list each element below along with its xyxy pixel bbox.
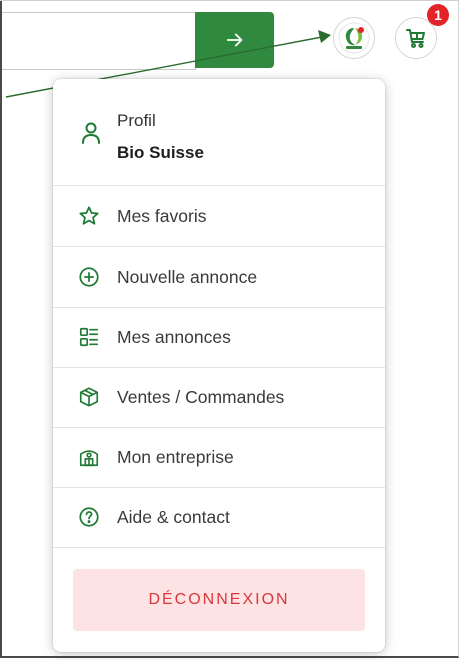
user-icon <box>82 122 100 144</box>
bio-suisse-logo-icon <box>338 22 370 54</box>
help-circle-icon <box>79 507 99 527</box>
menu-item-label: Nouvelle annonce <box>117 267 258 287</box>
star-icon <box>79 206 99 225</box>
menu-item-favorites[interactable]: Mes favoris <box>53 186 385 247</box>
profile-label: Profil <box>117 111 156 130</box>
cart-count-badge: 1 <box>427 4 449 26</box>
menu-item-new-listing[interactable]: Nouvelle annonce <box>53 247 385 308</box>
profile-name: Bio Suisse <box>117 143 204 162</box>
search-submit-button[interactable] <box>195 12 274 68</box>
divider <box>0 0 459 1</box>
menu-item-profile[interactable]: Profil Bio Suisse <box>53 79 385 186</box>
menu-item-my-listings[interactable]: Mes annonces <box>53 307 385 368</box>
search-input[interactable] <box>2 12 196 70</box>
arrow-right-icon <box>226 33 242 47</box>
account-dropdown-menu: Profil Bio Suisse Mes favoris Nouvelle a… <box>53 79 385 652</box>
logout-button[interactable]: DÉCONNEXION <box>73 569 365 631</box>
package-icon <box>79 387 99 407</box>
menu-item-label: Mes favoris <box>117 206 207 226</box>
menu-item-label: Aide & contact <box>117 507 230 527</box>
menu-item-label: Ventes / Commandes <box>117 387 285 407</box>
building-icon <box>79 450 99 467</box>
menu-item-my-company[interactable]: Mon entreprise <box>53 427 385 488</box>
menu-item-label: Mes annonces <box>117 327 231 347</box>
menu-item-sales-orders[interactable]: Ventes / Commandes <box>53 367 385 428</box>
list-icon <box>79 327 99 347</box>
menu-item-help-contact[interactable]: Aide & contact <box>53 487 385 548</box>
plus-circle-icon <box>79 267 99 287</box>
menu-item-label: Mon entreprise <box>117 447 234 467</box>
shopping-cart-icon <box>406 29 425 48</box>
profile-avatar-button[interactable] <box>333 17 375 59</box>
